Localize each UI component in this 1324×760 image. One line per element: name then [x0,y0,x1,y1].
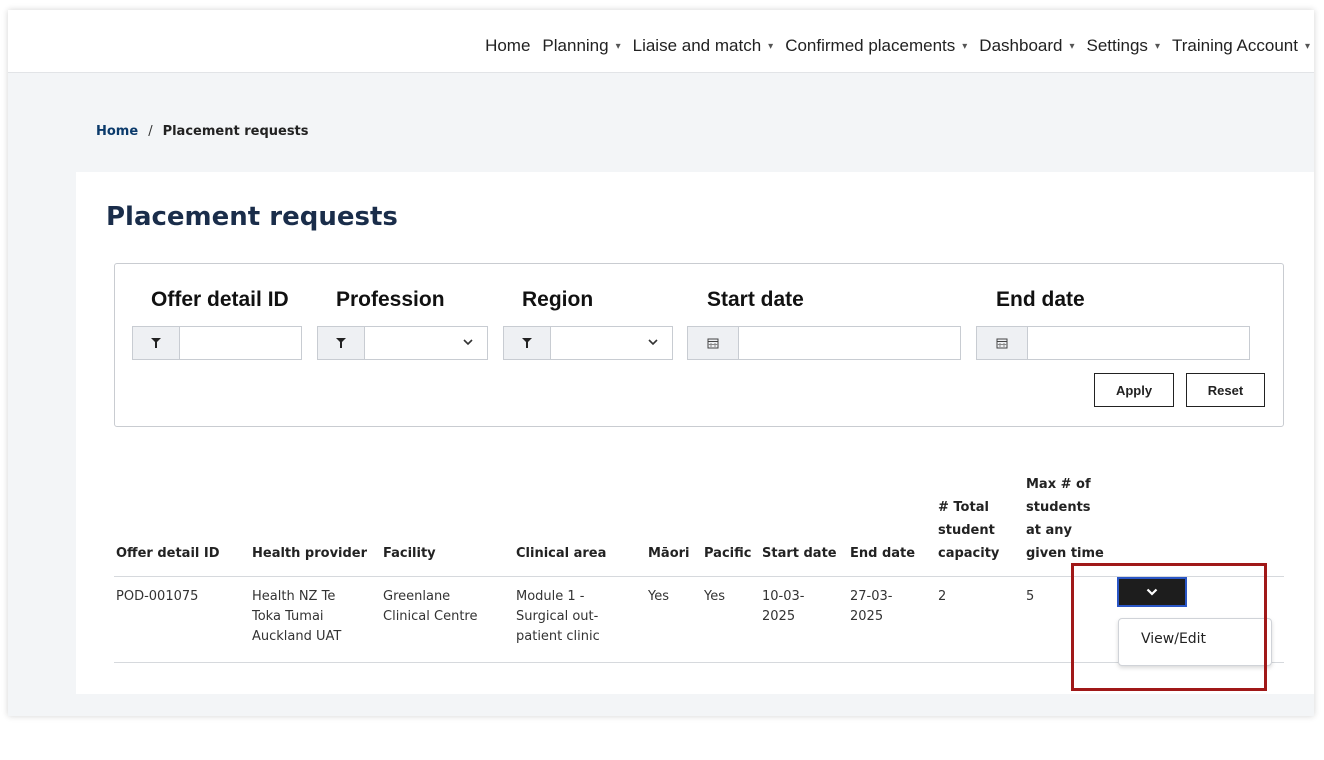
filter-icon [132,326,180,360]
filter-icon [503,326,551,360]
breadcrumb-separator: / [148,124,153,139]
calendar-icon[interactable] [687,326,739,360]
header-divider [114,576,1284,577]
nav-home-label: Home [485,36,531,55]
content-card: Placement requests Offer detail ID Profe… [76,172,1314,694]
caret-down-icon: ▾ [1154,40,1160,52]
nav-settings[interactable]: Settings ▾ [1087,36,1160,56]
cell-max-students: 5 [1026,589,1035,604]
reset-button[interactable]: Reset [1186,373,1265,407]
cell-pacific: Yes [704,589,725,604]
filter-icon [317,326,365,360]
cell-maori: Yes [648,589,669,604]
apply-button[interactable]: Apply [1094,373,1174,407]
app-window: Home Planning ▾ Liaise and match ▾ Confi… [8,10,1314,716]
col-clinical-area: Clinical area [516,546,607,561]
col-start-date: Start date [762,546,837,561]
menu-item-view-edit[interactable]: View/Edit [1141,631,1206,647]
cell-offer-detail-id: POD-001075 [116,589,199,604]
col-facility: Facility [383,546,436,561]
filter-panel: Offer detail ID Profession Region Start … [114,263,1284,427]
cell-clinical-area: Module 1 - Surgical out-patient clinic [516,589,600,644]
col-total-capacity: # Total student capacity [938,500,1000,561]
cell-facility: Greenlane Clinical Centre [383,589,478,624]
col-maori: Māori [648,546,690,561]
nav-home[interactable]: Home [485,36,530,56]
table-header: Offer detail ID Health provider Facility… [114,452,1284,565]
filter-region-label: Region [522,288,594,311]
filter-profession-group [317,326,488,362]
row-divider [114,662,1284,663]
breadcrumb-current: Placement requests [162,124,309,139]
filter-end-date-label: End date [996,288,1085,311]
nav-confirmed-placements[interactable]: Confirmed placements ▾ [785,36,967,56]
nav-training-label: Training Account [1171,36,1298,55]
region-select[interactable] [551,326,673,360]
filter-end-date-group [976,326,1250,362]
cell-start-date: 10-03-2025 [762,589,805,624]
nav-menu: Home Planning ▾ Liaise and match ▾ Confi… [473,36,1310,56]
nav-planning[interactable]: Planning ▾ [542,36,620,56]
chevron-down-icon [463,337,473,349]
profession-select[interactable] [365,326,488,360]
filter-profession-label: Profession [336,288,445,311]
filter-start-date-label: Start date [707,288,804,311]
caret-down-icon: ▾ [1069,40,1075,52]
nav-liaise-label: Liaise and match [632,36,762,55]
filter-offer-id-label: Offer detail ID [151,288,289,311]
cell-end-date: 27-03-2025 [850,589,893,624]
nav-dashboard[interactable]: Dashboard ▾ [979,36,1074,56]
caret-down-icon: ▾ [962,40,968,52]
col-max-students: Max # of students at any given time [1026,477,1104,561]
nav-planning-label: Planning [542,36,609,55]
nav-settings-label: Settings [1086,36,1148,55]
end-date-input[interactable] [1028,326,1250,360]
col-end-date: End date [850,546,916,561]
calendar-icon[interactable] [976,326,1028,360]
caret-down-icon: ▾ [615,40,621,52]
chevron-down-icon [1146,583,1158,601]
breadcrumb: Home / Placement requests [96,120,309,139]
filter-region-group [503,326,673,362]
row-actions-menu: View/Edit [1118,618,1272,666]
chevron-down-icon [648,337,658,349]
nav-liaise-and-match[interactable]: Liaise and match ▾ [633,36,774,56]
caret-down-icon: ▾ [1304,40,1310,52]
top-navigation: Home Planning ▾ Liaise and match ▾ Confi… [8,10,1314,73]
cell-total-capacity: 2 [938,589,947,604]
row-actions-button[interactable] [1117,577,1187,607]
col-pacific: Pacific [704,546,752,561]
col-offer-detail-id: Offer detail ID [116,546,220,561]
nav-dashboard-label: Dashboard [979,36,1063,55]
filter-start-date-group [687,326,961,362]
filter-offer-id-group [132,326,302,362]
nav-confirmed-label: Confirmed placements [785,36,956,55]
offer-id-input[interactable] [180,326,302,360]
col-health-provider: Health provider [252,546,368,561]
start-date-input[interactable] [739,326,961,360]
cell-health-provider: Health NZ Te Toka Tumai Auckland UAT [252,589,342,644]
breadcrumb-home-link[interactable]: Home [96,124,138,139]
page-title: Placement requests [106,202,398,232]
caret-down-icon: ▾ [768,40,774,52]
nav-training-account[interactable]: Training Account ▾ [1172,36,1310,56]
